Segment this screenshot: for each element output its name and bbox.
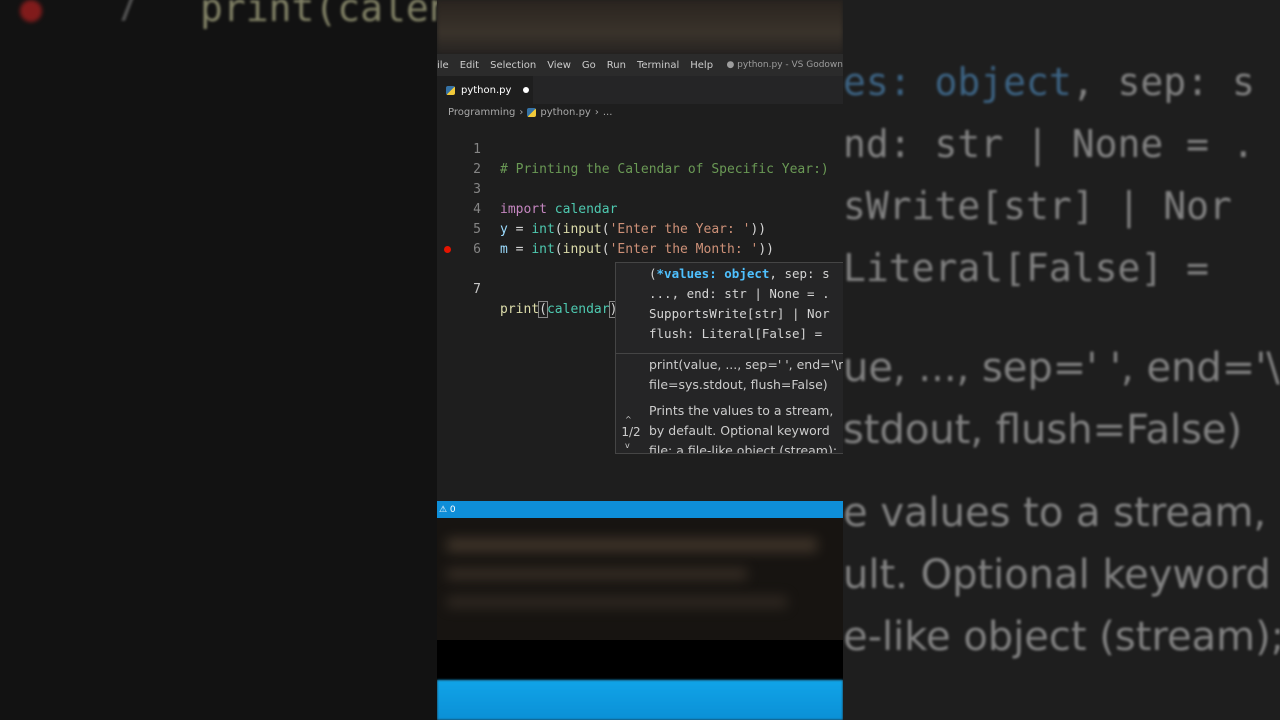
divider bbox=[616, 353, 843, 354]
blurred-blue-bar bbox=[437, 680, 843, 720]
menu-go[interactable]: Go bbox=[582, 60, 596, 71]
menu-bar: ile Edit Selection View Go Run Terminal … bbox=[437, 54, 843, 76]
code-text: print(calendar) bbox=[500, 301, 619, 318]
signature-line: SupportsWrite[str] | Nor bbox=[649, 306, 830, 321]
code-line-active: 7 print(calendar) bbox=[437, 240, 843, 318]
menu-edit[interactable]: Edit bbox=[460, 60, 479, 71]
warnings-count[interactable]: ⚠ 0 bbox=[439, 505, 456, 515]
blurred-top-area bbox=[437, 0, 843, 54]
code-line: 4 y = int(input('Enter the Year: ')) bbox=[437, 180, 843, 237]
menu-file[interactable]: ile bbox=[437, 60, 449, 71]
bg-doc-line3: e values to a stream, bbox=[843, 490, 1267, 536]
bg-doc-line5: e-like object (stream); bbox=[843, 614, 1280, 660]
doc-line: print(value, ..., sep=' ', end='\n bbox=[649, 357, 843, 372]
breakpoint-icon[interactable] bbox=[444, 246, 451, 253]
breadcrumb-more[interactable]: ... bbox=[603, 107, 613, 118]
doc-line: by default. Optional keyword bbox=[649, 423, 830, 438]
menu-help[interactable]: Help bbox=[690, 60, 713, 71]
bg-doc-line2: stdout, flush=False) bbox=[843, 407, 1243, 453]
bg-sig-line2: nd: str | None = . bbox=[843, 122, 1255, 166]
breakpoint-dot-blurred bbox=[20, 0, 42, 22]
signature-line: flush: Literal[False] = bbox=[649, 326, 830, 341]
signature-line: ..., end: str | None = . bbox=[649, 286, 830, 301]
bg-sig-line1: es: object, sep: s bbox=[843, 60, 1255, 104]
background-left-zoom: 7 print(calen bbox=[0, 0, 437, 720]
menu-view[interactable]: View bbox=[547, 60, 571, 71]
background-right-zoom: es: object, sep: s nd: str | None = . sW… bbox=[843, 0, 1280, 720]
status-bar: ⚠ 0 bbox=[437, 501, 843, 518]
signature-line: (*values: object, sep: s bbox=[649, 266, 830, 281]
breadcrumb-folder[interactable]: Programming bbox=[448, 107, 515, 118]
chevron-right-icon: › bbox=[594, 106, 599, 118]
doc-line: Prints the values to a stream, bbox=[649, 403, 834, 418]
blurred-dark-strip bbox=[437, 640, 843, 680]
overload-counter: 1/2 bbox=[621, 425, 641, 439]
code-line: 3 import calendar bbox=[437, 160, 843, 217]
bg-code-text: print(calen bbox=[200, 0, 437, 30]
blurred-bottom-area bbox=[437, 518, 843, 640]
menu-terminal[interactable]: Terminal bbox=[637, 60, 679, 71]
unsaved-dot-icon[interactable] bbox=[523, 87, 530, 93]
code-line: 6 bbox=[437, 220, 843, 257]
python-file-icon bbox=[527, 107, 537, 117]
breadcrumb-file[interactable]: python.py bbox=[540, 107, 590, 118]
tab-bar: python.py bbox=[437, 76, 843, 104]
code-line: 2 bbox=[437, 140, 843, 177]
menu-run[interactable]: Run bbox=[607, 60, 626, 71]
code-editor[interactable]: 1 # Printing the Calendar of Specific Ye… bbox=[437, 120, 843, 500]
doc-line: file=sys.stdout, flush=False) bbox=[649, 377, 828, 392]
bg-sig-line4: Literal[False] = bbox=[843, 246, 1232, 290]
bg-doc-line1: ue, ..., sep=' ', end='\n bbox=[843, 345, 1280, 391]
breadcrumb: Programming › python.py › ... bbox=[448, 104, 612, 120]
signature-help-popup[interactable]: (*values: object, sep: s ..., end: str |… bbox=[615, 262, 843, 454]
code-line: 5 m = int(input('Enter the Month: ')) bbox=[437, 200, 843, 257]
code-line: 1 # Printing the Calendar of Specific Ye… bbox=[437, 120, 843, 177]
chevron-up-icon[interactable]: ^ bbox=[625, 415, 632, 424]
bg-doc-line4: ult. Optional keyword bbox=[843, 552, 1271, 598]
menu-selection[interactable]: Selection bbox=[490, 60, 536, 71]
doc-line: file: a file-like object (stream); bbox=[649, 443, 838, 454]
bg-line-number: 7 bbox=[115, 0, 138, 30]
window-title: ● python.py - VS Godown bbox=[726, 60, 843, 70]
chevron-right-icon: › bbox=[519, 106, 524, 118]
tab-label: python.py bbox=[461, 84, 512, 96]
python-file-icon bbox=[446, 85, 455, 95]
tab-python-py[interactable]: python.py bbox=[437, 76, 533, 104]
video-frame: ile Edit Selection View Go Run Terminal … bbox=[437, 0, 843, 720]
chevron-down-icon[interactable]: v bbox=[625, 441, 630, 450]
line-number: 7 bbox=[473, 282, 481, 297]
bg-sig-line3: sWrite[str] | Nor bbox=[843, 184, 1232, 228]
